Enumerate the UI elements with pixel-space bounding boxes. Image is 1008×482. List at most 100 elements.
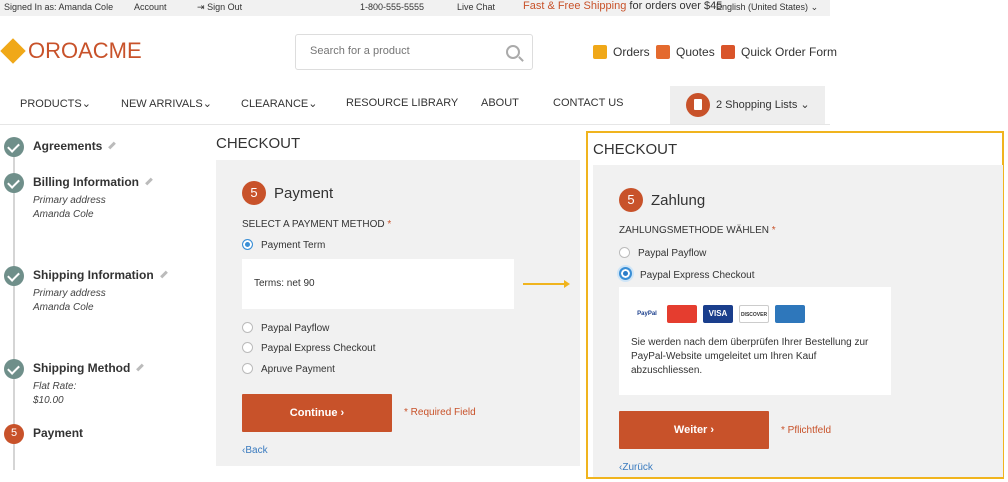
search-input[interactable] (308, 44, 502, 58)
radio-paypal-payflow-de[interactable]: Paypal Payflow (619, 247, 706, 259)
top-bar: Signed In as: Amanda Cole Account ⇥ Sign… (0, 0, 830, 16)
logo-acme: ACME (78, 38, 142, 63)
page-title: CHECKOUT (216, 135, 301, 152)
step-billing-label: Billing Information (33, 175, 139, 189)
shopping-lists-text: 2 Shopping Lists (716, 99, 798, 111)
visa-logo: VISA (703, 305, 733, 323)
radio-apruve[interactable]: Apruve Payment (242, 363, 335, 375)
step-agreements-label: Agreements (33, 139, 103, 153)
pencil-icon[interactable] (108, 141, 117, 150)
step-method-label: Shipping Method (33, 361, 131, 375)
terms-box: Terms: net 90 (242, 259, 514, 309)
check-icon (4, 359, 24, 379)
account-link[interactable]: Account (134, 2, 167, 12)
check-icon (4, 137, 24, 157)
step-number: 5 (10, 427, 18, 439)
chevron-down-icon: ⌄ (81, 98, 91, 110)
promo-rest: for orders over $45 (626, 0, 723, 12)
paypal-info-box: PayPal VISA DISCOVER Sie werden nach dem… (619, 287, 891, 395)
live-chat-link[interactable]: Live Chat (457, 2, 495, 12)
payment-method-label: SELECT A PAYMENT METHOD * (242, 219, 391, 230)
payment-method-label-de-text: ZAHLUNGSMETHODE WÄHLEN (619, 225, 770, 236)
redirect-text-3: abzuschliessen. (631, 365, 703, 376)
radio-icon (619, 247, 630, 258)
pencil-icon[interactable] (145, 177, 153, 186)
chevron-down-icon: ⌄ (202, 98, 212, 110)
payment-method-label-text: SELECT A PAYMENT METHOD (242, 219, 385, 230)
pencil-icon[interactable] (136, 363, 145, 372)
step-title: Billing Information (33, 175, 153, 189)
radio-express-de-label: Paypal Express Checkout (640, 270, 755, 281)
nav-new-arrivals-label: NEW ARRIVALS (121, 98, 203, 110)
step-title: Shipping Information (33, 268, 168, 282)
radio-payflow-de-label: Paypal Payflow (638, 248, 707, 259)
nav-about[interactable]: ABOUT (481, 97, 519, 109)
weiter-button[interactable]: Weiter › (619, 411, 769, 449)
required-mark: * (771, 225, 776, 236)
payment-title: Payment (274, 185, 334, 202)
mastercard-logo (667, 305, 697, 323)
step-number-badge: 5 (242, 181, 266, 205)
radio-payment-term[interactable]: Payment Term (242, 239, 325, 251)
billing-line-2: Amanda Cole (33, 209, 94, 220)
payment-method-label-de: ZAHLUNGSMETHODE WÄHLEN * (619, 225, 776, 236)
radio-paypal-express[interactable]: Paypal Express Checkout (242, 342, 376, 354)
radio-paypal-express-de[interactable]: Paypal Express Checkout (619, 267, 755, 281)
signed-in-text: Signed In as: Amanda Cole (4, 2, 114, 12)
zurueck-link[interactable]: ‹Zurück (619, 462, 653, 473)
amex-logo (775, 305, 805, 323)
shopping-lists-button[interactable]: 2 Shopping Lists ⌄ (670, 86, 825, 124)
pencil-icon[interactable] (159, 270, 168, 279)
quotes-label: Quotes (676, 45, 715, 59)
orders-icon (593, 45, 607, 59)
quick-order-link[interactable]: Quick Order Form (721, 45, 837, 59)
quotes-link[interactable]: Quotes (656, 45, 715, 59)
nav-new-arrivals[interactable]: NEW ARRIVALS⌄ (121, 97, 212, 110)
radio-payment-term-label: Payment Term (261, 240, 326, 251)
orders-link[interactable]: Orders (593, 45, 650, 59)
continue-button[interactable]: Continue › (242, 394, 392, 432)
redirect-text-1: Sie werden nach dem überprüfen Ihrer Bes… (631, 337, 869, 348)
chevron-right-icon: › (710, 424, 715, 436)
payment-panel: 5 Payment SELECT A PAYMENT METHOD * Paym… (216, 160, 580, 466)
sign-out-icon: ⇥ (197, 2, 205, 12)
shipping-promo: Fast & Free Shipping for orders over $45 (523, 0, 722, 12)
nav-products[interactable]: PRODUCTS⌄ (20, 97, 91, 110)
payment-panel-de: 5 Zahlung ZAHLUNGSMETHODE WÄHLEN * Paypa… (593, 165, 1003, 477)
checkout-steps: Agreements Billing Information Primary a… (0, 125, 205, 482)
nav-clearance[interactable]: CLEARANCE⌄ (241, 97, 317, 110)
weiter-label: Weiter (673, 424, 708, 436)
highlight-frame: CHECKOUT 5 Zahlung ZAHLUNGSMETHODE WÄHLE… (586, 131, 1004, 479)
paypal-logo: PayPal (635, 305, 659, 323)
billing-line-1: Primary address (33, 195, 106, 206)
quotes-icon (656, 45, 670, 59)
logo-oro: ORO (28, 38, 79, 63)
language-select[interactable]: English (United States) ⌄ (716, 2, 818, 13)
back-link[interactable]: ‹Back (242, 445, 268, 456)
step-title: Agreements (33, 139, 117, 153)
radio-paypal-payflow[interactable]: Paypal Payflow (242, 322, 329, 334)
step-payment-label: Payment (33, 426, 84, 440)
step-number-badge: 5 (619, 188, 643, 212)
nav-clearance-label: CLEARANCE (241, 98, 309, 110)
chevron-down-icon: ⌄ (810, 2, 819, 12)
quick-order-label: Quick Order Form (741, 45, 838, 59)
redirect-text-2: PayPal-Website umgeleitet um Ihren Kauf (631, 351, 817, 362)
phone-number: 1-800-555-5555 (360, 2, 425, 12)
pflichtfeld-note: * Pflichtfeld (781, 425, 832, 436)
continue-label: Continue (289, 407, 338, 419)
shipping-line-1: Primary address (33, 288, 106, 299)
nav-contact[interactable]: CONTACT US (553, 97, 624, 109)
sign-out-link[interactable]: ⇥ Sign Out (197, 2, 242, 13)
shopping-lists-label: 2 Shopping Lists ⌄ (716, 98, 810, 111)
logo[interactable]: OROACME (0, 38, 142, 64)
radio-apruve-label: Apruve Payment (261, 364, 335, 375)
radio-express-label: Paypal Express Checkout (261, 343, 376, 354)
search-icon[interactable] (506, 45, 520, 59)
nav-resource-library[interactable]: RESOURCE LIBRARY (346, 97, 458, 109)
shopping-list-icon (686, 93, 710, 117)
quick-order-icon (721, 45, 735, 59)
sign-out-label: Sign Out (207, 2, 243, 12)
chevron-down-icon: ⌄ (308, 98, 318, 110)
radio-icon (242, 342, 253, 353)
